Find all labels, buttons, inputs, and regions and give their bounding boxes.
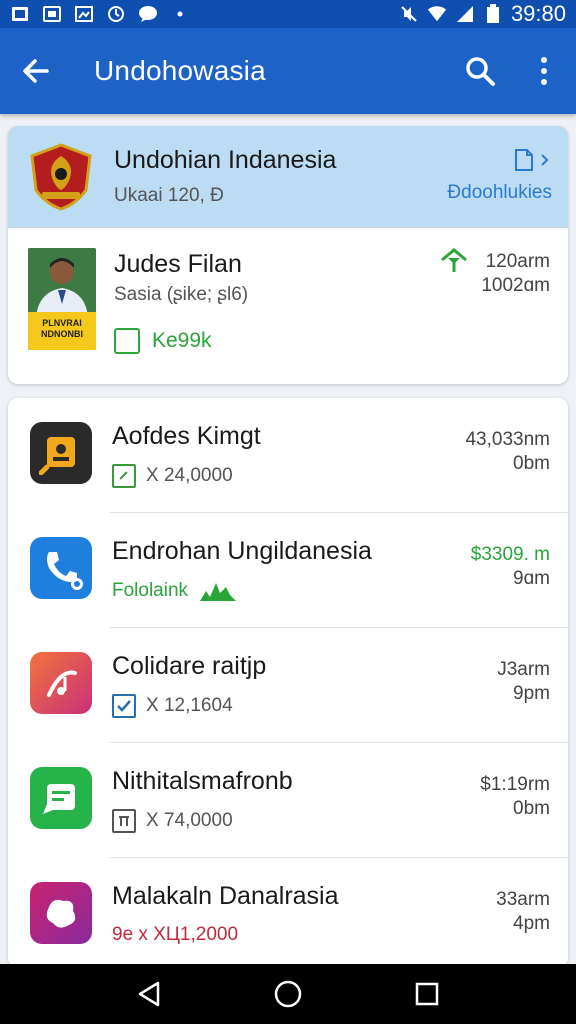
item-subtitle: X 12,1604 (112, 694, 233, 718)
chart-checkbox-icon (112, 464, 136, 488)
nav-recents-icon (415, 982, 438, 1006)
back-button[interactable] (0, 28, 72, 114)
gallery-icon (42, 5, 62, 23)
checkbox-icon (112, 694, 136, 718)
app-title: Undohowasia (94, 55, 266, 86)
mute-icon (399, 5, 419, 23)
search-icon (466, 57, 495, 86)
person-subtitle: Sasia (ʂike; ʂl6) (114, 284, 249, 305)
emblem-icon (30, 142, 92, 211)
app-bar-actions (448, 28, 576, 114)
status-icons-right: 39:80 (399, 1, 566, 27)
profile-header[interactable]: Undohian Indanesia Ukaai 120, Ð Ɖdoohluk… (8, 126, 568, 228)
document-badge-icon (30, 422, 92, 484)
person-time-2: 1002ɑm (481, 275, 550, 296)
wifi-icon (427, 5, 447, 23)
item-subtitle: X 74,0000 (112, 809, 233, 833)
document-button[interactable] (514, 148, 550, 172)
nav-back-button[interactable] (119, 964, 179, 1024)
status-time: 39:80 (510, 1, 566, 26)
item-subtitle: Fololaink (112, 579, 238, 603)
growth-chart-icon (200, 583, 237, 601)
item-time-1: J3arm (497, 659, 550, 680)
nav-home-icon (274, 980, 302, 1008)
navigation-bar (0, 964, 576, 1024)
photo-icon (10, 5, 30, 23)
item-value: X 74,0000 (146, 810, 233, 831)
battery-icon (483, 4, 503, 23)
item-time: 43,033nm 0bm (465, 428, 550, 476)
table-icon (112, 809, 136, 833)
music-icon (30, 652, 92, 714)
nav-home-button[interactable] (258, 964, 318, 1024)
profile-title: Undohian Indanesia (114, 146, 337, 174)
person-name: Judes Filan (114, 250, 242, 278)
nav-recents-button[interactable] (397, 964, 457, 1024)
checkbox-icon (114, 328, 140, 354)
item-subtitle: 9e x XЦ1,2000 (112, 924, 238, 946)
phone-icon (30, 537, 92, 599)
person-time-1: 120arm (485, 251, 550, 272)
image-icon (74, 5, 94, 23)
item-time-2: 0bm (513, 453, 550, 474)
nav-back-icon (139, 981, 160, 1007)
list-item[interactable]: Malakaln Danalrasia 9e x XЦ1,2000 33arm … (8, 858, 568, 968)
item-value: X 12,1604 (146, 695, 233, 716)
item-time: J3arm 9pm (497, 658, 550, 706)
status-bar: 39:80 (0, 0, 576, 28)
item-title: Nithitalsmafronb (112, 767, 293, 795)
item-title: Endrohan Ungildanesia (112, 537, 372, 565)
item-time-2: 0bm (513, 798, 550, 819)
profile-header-text: Undohian Indanesia Ukaai 120, Ð (114, 146, 336, 207)
more-options-button[interactable] (512, 28, 576, 114)
person-photo: PLNVRAI NDNONBI (28, 248, 96, 350)
status-label: Ke99k (152, 329, 212, 352)
arrow-left-icon (23, 59, 49, 83)
item-time-1: 43,033nm (465, 429, 550, 450)
chat-icon (138, 5, 158, 23)
item-time-2: 4pm (513, 913, 550, 934)
dot-icon (170, 5, 190, 23)
upload-icon (441, 248, 467, 272)
person-time: 120arm 1002ɑm (481, 250, 550, 298)
chevron-right-icon (541, 154, 549, 166)
app-list-card: Aofdes Kimgt X 24,0000 43,033nm 0bm Endr… (8, 398, 568, 968)
item-time-2: 9ɑm (513, 568, 550, 589)
item-time-2: 9pm (513, 683, 550, 704)
item-title: Malakaln Danalrasia (112, 882, 339, 910)
document-icon (515, 149, 533, 171)
list-item[interactable]: Colidare raitjp X 12,1604 J3arm 9pm (8, 628, 568, 743)
list-item[interactable]: Aofdes Kimgt X 24,0000 43,033nm 0bm (8, 398, 568, 513)
item-value: Fololaink (112, 580, 189, 601)
list-card-icon (30, 767, 92, 829)
item-time: $3309. m 9ɑm (471, 543, 550, 591)
blob-icon (30, 882, 92, 944)
person-row[interactable]: PLNVRAI NDNONBI Judes Filan Sasia (ʂike;… (8, 228, 568, 384)
status-checkbox[interactable]: Ke99k (114, 328, 212, 354)
photo-badge: PLNVRAI NDNONBI (28, 312, 96, 350)
item-time: 33arm 4pm (496, 888, 550, 936)
item-subtitle: X 24,0000 (112, 464, 233, 488)
sync-icon (106, 5, 126, 23)
more-vert-icon (541, 57, 547, 85)
profile-subtitle: Ukaai 120, Ð (114, 185, 224, 206)
item-time-1: $3309. m (470, 544, 550, 565)
item-time-1: 33arm (496, 889, 550, 910)
profile-link[interactable]: Ɖdoohlukies (447, 182, 552, 204)
search-button[interactable] (448, 28, 512, 114)
app-bar: Undohowasia (0, 28, 576, 114)
item-value: X 24,0000 (146, 465, 233, 486)
profile-card: Undohian Indanesia Ukaai 120, Ð Ɖdoohluk… (8, 126, 568, 384)
item-title: Colidare raitjp (112, 652, 267, 680)
signal-icon (455, 5, 475, 23)
list-item[interactable]: Endrohan Ungildanesia Fololaink $3309. m… (8, 513, 568, 628)
status-icons-left (10, 5, 190, 23)
item-title: Aofdes Kimgt (112, 422, 261, 450)
item-time: $1:19rm 0bm (480, 773, 550, 821)
item-value: 9e x XЦ1,2000 (112, 924, 239, 945)
item-time-1: $1:19rm (480, 774, 550, 795)
list-item[interactable]: Nithitalsmafronb X 74,0000 $1:19rm 0bm (8, 743, 568, 858)
